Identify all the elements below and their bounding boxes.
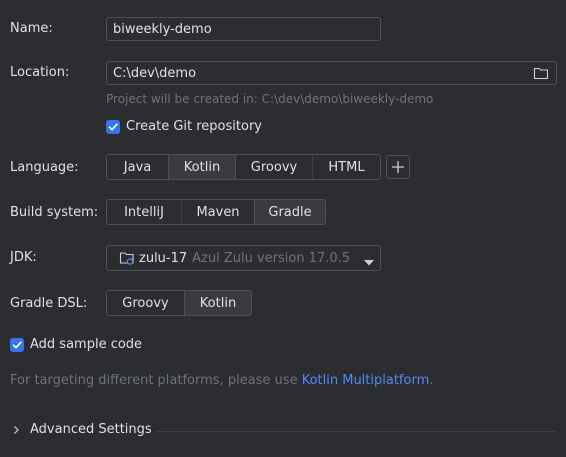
dsl-option-groovy[interactable]: Groovy	[107, 291, 184, 315]
gradle-dsl-label: Gradle DSL:	[10, 296, 88, 311]
name-input[interactable]	[106, 17, 381, 41]
plus-icon	[392, 161, 404, 173]
advanced-settings-label: Advanced Settings	[30, 422, 152, 437]
location-hint: Project will be created in: C:\dev\demo\…	[106, 92, 434, 106]
language-option-java[interactable]: Java	[107, 155, 168, 179]
location-value: C:\dev\demo	[113, 65, 197, 81]
chevron-right-icon	[10, 424, 22, 436]
jdk-detail: Azul Zulu version 17.0.5	[192, 250, 351, 266]
folder-jdk-icon	[119, 251, 135, 265]
language-label: Language:	[10, 160, 79, 175]
sample-code-label: Add sample code	[30, 337, 143, 352]
folder-icon[interactable]	[533, 66, 549, 80]
build-system-segmented: IntelliJ Maven Gradle	[106, 199, 326, 225]
language-option-groovy[interactable]: Groovy	[236, 155, 312, 179]
multiplatform-note: For targeting different platforms, pleas…	[10, 373, 433, 388]
language-option-kotlin[interactable]: Kotlin	[168, 155, 236, 179]
build-option-maven[interactable]: Maven	[181, 200, 254, 224]
build-option-intellij[interactable]: IntelliJ	[107, 200, 181, 224]
add-language-button[interactable]	[386, 155, 410, 179]
git-checkbox[interactable]	[106, 120, 120, 134]
build-system-label: Build system:	[10, 205, 99, 220]
language-option-html[interactable]: HTML	[312, 155, 380, 179]
jdk-name: zulu-17	[139, 250, 188, 266]
jdk-dropdown[interactable]: zulu-17 Azul Zulu version 17.0.5	[106, 245, 381, 271]
jdk-label: JDK:	[10, 250, 37, 265]
multiplatform-text: For targeting different platforms, pleas…	[10, 373, 302, 388]
language-segmented: Java Kotlin Groovy HTML	[106, 154, 381, 180]
gradle-dsl-segmented: Groovy Kotlin	[106, 290, 252, 316]
advanced-settings-toggle[interactable]: Advanced Settings	[10, 422, 152, 438]
location-input[interactable]: C:\dev\demo	[106, 61, 557, 85]
dsl-option-kotlin[interactable]: Kotlin	[184, 291, 251, 315]
build-option-gradle[interactable]: Gradle	[254, 200, 325, 224]
kotlin-multiplatform-link[interactable]: Kotlin Multiplatform	[302, 373, 430, 388]
multiplatform-suffix: .	[429, 373, 434, 388]
name-label: Name:	[10, 21, 53, 36]
chevron-down-icon	[364, 255, 374, 270]
location-label: Location:	[10, 65, 70, 80]
git-checkbox-label: Create Git repository	[126, 119, 262, 134]
advanced-settings-divider	[156, 431, 556, 432]
sample-code-checkbox[interactable]	[10, 338, 24, 352]
